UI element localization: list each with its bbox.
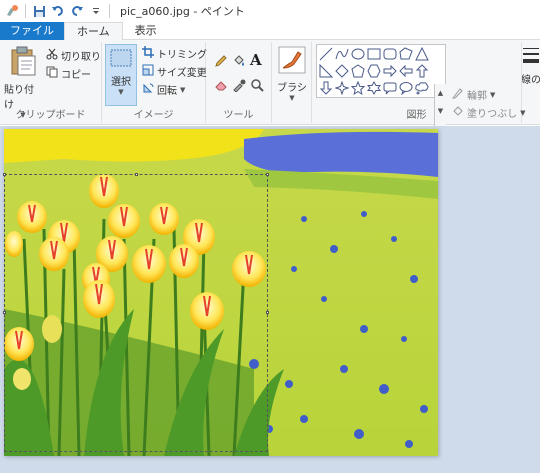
triangle-shape-icon[interactable] xyxy=(415,47,429,61)
tab-file[interactable]: ファイル xyxy=(0,22,64,40)
brush-label: ブラシ xyxy=(277,83,307,94)
rotate-button[interactable]: 回転 ▼ xyxy=(142,82,185,97)
tools-group: A ツール xyxy=(206,42,272,123)
five-point-star-shape-icon[interactable] xyxy=(351,81,365,95)
clipboard-group: 貼り付け ▼ 切り取り コピー クリップボード xyxy=(0,42,102,123)
selection-handle[interactable] xyxy=(135,173,138,176)
rounded-callout-shape-icon[interactable] xyxy=(383,81,397,95)
arrow-up-shape-icon[interactable] xyxy=(415,64,429,78)
crop-button[interactable]: トリミング xyxy=(142,46,207,61)
copy-icon xyxy=(46,66,58,81)
hexagon-shape-icon[interactable] xyxy=(367,64,381,78)
select-button[interactable]: 選択 ▼ xyxy=(105,44,137,106)
pencil-icon[interactable] xyxy=(214,54,228,71)
crop-label: トリミング xyxy=(157,50,207,61)
chevron-down-icon: ▼ xyxy=(490,90,496,99)
arrow-right-shape-icon[interactable] xyxy=(383,64,397,78)
polygon-shape-icon[interactable] xyxy=(399,47,413,61)
chevron-down-icon: ▼ xyxy=(180,85,186,94)
text-icon[interactable]: A xyxy=(250,51,262,69)
curve-shape-icon[interactable] xyxy=(335,47,349,61)
fill-icon xyxy=(452,105,464,120)
cut-label: 切り取り xyxy=(61,52,101,63)
outline-label: 輪郭 xyxy=(467,91,487,102)
rounded-rectangle-shape-icon[interactable] xyxy=(383,47,397,61)
chevron-down-icon: ▼ xyxy=(289,94,295,102)
select-label: 選択 xyxy=(111,77,131,88)
pentagon-shape-icon[interactable] xyxy=(351,64,365,78)
image-group-label: イメージ xyxy=(133,110,174,121)
title-bar: pic_a060.jpg - ペイント xyxy=(0,0,540,22)
select-icon xyxy=(110,49,132,70)
brush-group: ブラシ ▼ xyxy=(272,42,312,123)
line-shape-icon[interactable] xyxy=(319,47,333,61)
eraser-icon[interactable] xyxy=(214,78,228,95)
redo-icon[interactable] xyxy=(69,3,85,19)
tools-group-label: ツール xyxy=(223,110,254,121)
oval-shape-icon[interactable] xyxy=(351,47,365,61)
rotate-icon xyxy=(142,82,154,97)
fill-bucket-icon[interactable] xyxy=(232,54,246,71)
rectangle-shape-icon[interactable] xyxy=(367,47,381,61)
clipboard-icon xyxy=(9,46,37,79)
quick-access-toolbar xyxy=(0,3,112,19)
arrow-down-shape-icon[interactable] xyxy=(319,81,333,95)
selection-handle[interactable] xyxy=(3,173,6,176)
brush-button[interactable]: ブラシ ▼ xyxy=(276,46,308,102)
line-size-icon xyxy=(522,46,540,69)
tab-view[interactable]: 表示 xyxy=(123,22,169,40)
outline-icon xyxy=(451,87,464,102)
resize-button[interactable]: サイズ変更 xyxy=(142,64,207,79)
outline-button[interactable]: 輪郭 ▼ xyxy=(451,87,496,102)
selection-handle[interactable] xyxy=(3,311,6,314)
six-point-star-shape-icon[interactable] xyxy=(367,81,381,95)
canvas-area[interactable] xyxy=(0,126,540,473)
ribbon: 貼り付け ▼ 切り取り コピー クリップボード 選択 ▼ トリミング サイズ変更… xyxy=(0,40,540,138)
copy-label: コピー xyxy=(61,70,91,81)
window-title: pic_a060.jpg - ペイント xyxy=(120,5,245,18)
scroll-down-icon[interactable]: ▼ xyxy=(438,107,443,115)
scissors-icon xyxy=(46,48,58,63)
qat-separator xyxy=(25,4,26,18)
size-button[interactable]: 線の xyxy=(522,46,540,86)
shapes-gallery xyxy=(316,44,446,98)
clipboard-group-label: クリップボード xyxy=(15,110,86,121)
oval-callout-shape-icon[interactable] xyxy=(399,81,413,95)
crop-icon xyxy=(142,46,154,61)
tab-home[interactable]: ホーム xyxy=(64,22,123,41)
qat-separator xyxy=(109,4,110,18)
right-triangle-shape-icon[interactable] xyxy=(319,64,333,78)
color-picker-icon[interactable] xyxy=(232,78,246,95)
selection-handle[interactable] xyxy=(266,311,269,314)
chevron-down-icon: ▼ xyxy=(520,108,526,117)
resize-icon xyxy=(142,64,154,79)
diamond-shape-icon[interactable] xyxy=(335,64,349,78)
cut-button[interactable]: 切り取り xyxy=(46,48,101,63)
ribbon-tabs: ファイル ホーム 表示 xyxy=(0,22,540,41)
resize-label: サイズ変更 xyxy=(157,68,207,79)
brush-icon xyxy=(278,46,306,77)
chevron-down-icon: ▼ xyxy=(118,88,124,96)
fill-label: 塗りつぶし xyxy=(467,109,518,120)
cloud-callout-shape-icon[interactable] xyxy=(415,81,429,95)
magnifier-icon[interactable] xyxy=(250,78,264,95)
save-icon[interactable] xyxy=(31,3,47,19)
rotate-label: 回転 xyxy=(157,86,177,97)
fill-button[interactable]: 塗りつぶし ▼ xyxy=(452,105,526,120)
copy-button[interactable]: コピー xyxy=(46,66,91,81)
arrow-left-shape-icon[interactable] xyxy=(399,64,413,78)
four-point-star-shape-icon[interactable] xyxy=(335,81,349,95)
undo-icon[interactable] xyxy=(50,3,66,19)
selection-rectangle[interactable] xyxy=(3,173,269,452)
scroll-up-icon[interactable]: ▲ xyxy=(438,89,443,97)
selection-handle[interactable] xyxy=(266,173,269,176)
customize-qat-icon[interactable] xyxy=(88,3,104,19)
paint-app-icon[interactable] xyxy=(4,3,20,19)
image-group: 選択 ▼ トリミング サイズ変更 回転 ▼ イメージ xyxy=(102,42,207,123)
size-label: 線の xyxy=(522,75,540,86)
